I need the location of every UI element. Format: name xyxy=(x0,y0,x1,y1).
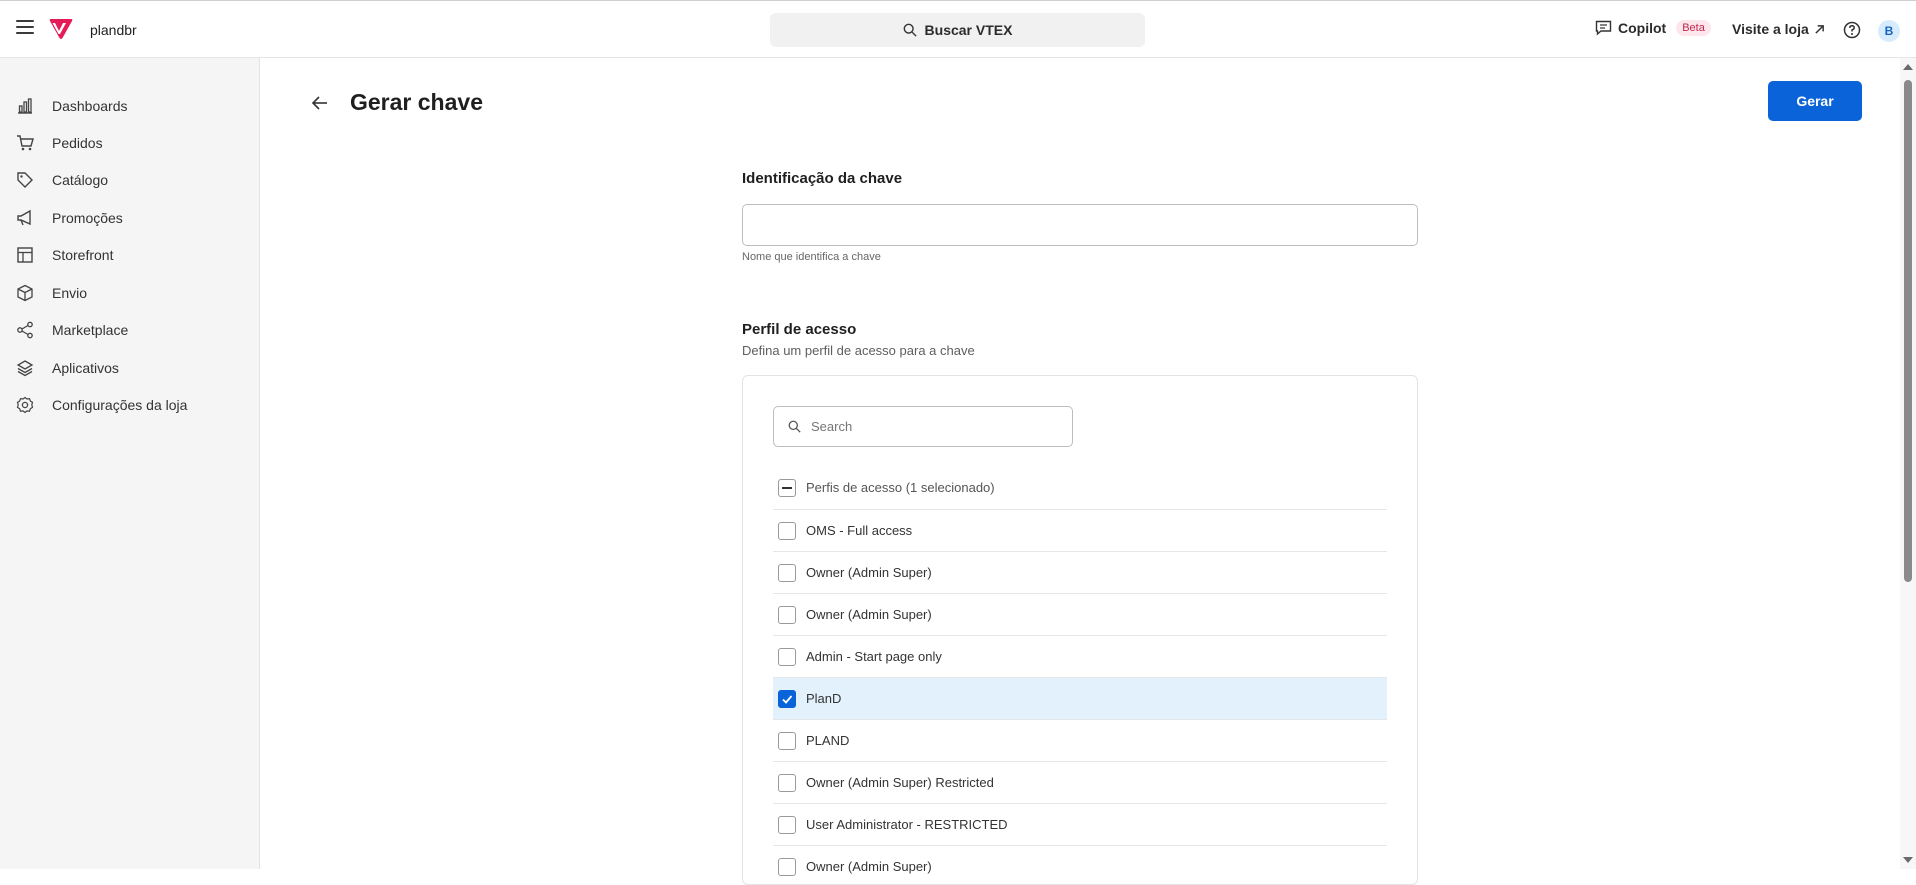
list-item-label: User Administrator - RESTRICTED xyxy=(806,817,1008,832)
list-item-label: PLAND xyxy=(806,733,850,748)
sidebar-item-label: Dashboards xyxy=(52,98,128,114)
sidebar-item-label: Pedidos xyxy=(52,135,103,151)
sidebar-item-catalogo[interactable]: Catálogo xyxy=(16,167,108,193)
generate-button[interactable]: Gerar xyxy=(1768,81,1862,121)
external-link-icon xyxy=(1815,24,1824,34)
sidebar-item-label: Marketplace xyxy=(52,322,129,338)
checkbox[interactable] xyxy=(778,731,796,750)
checkbox[interactable] xyxy=(778,521,796,540)
visit-store-link[interactable]: Visite a loja xyxy=(1732,21,1825,37)
checkbox[interactable] xyxy=(778,815,796,834)
list-item-label: Owner (Admin Super) xyxy=(806,859,932,874)
sidebar-item-label: Configurações da loja xyxy=(52,397,188,413)
checked-checkbox[interactable] xyxy=(778,689,796,708)
chat-icon xyxy=(1595,20,1612,36)
global-search-label: Buscar VTEX xyxy=(924,22,1013,38)
scroll-down-arrow-icon[interactable] xyxy=(1903,857,1913,863)
copilot-label: Copilot xyxy=(1618,20,1667,36)
list-header-label: Perfis de acesso (1 selecionado) xyxy=(806,480,995,495)
sidebar-item-dashboards[interactable]: Dashboards xyxy=(16,93,128,119)
page-title: Gerar chave xyxy=(350,89,483,115)
checkbox[interactable] xyxy=(778,605,796,624)
select-all-row[interactable]: Perfis de acesso (1 selecionado) xyxy=(773,466,1387,510)
sidebar-item-storefront[interactable]: Storefront xyxy=(16,242,113,268)
sidebar-item-label: Promoções xyxy=(52,210,123,226)
layout-icon xyxy=(17,247,33,263)
beta-badge: Beta xyxy=(1676,20,1711,36)
list-item-label: Owner (Admin Super) xyxy=(806,607,932,622)
list-item-selected[interactable]: PlanD xyxy=(773,678,1387,720)
main-content: Gerar chave Gerar Identificação da chave… xyxy=(261,58,1901,885)
menu-icon[interactable] xyxy=(16,20,34,38)
list-item[interactable]: Owner (Admin Super) xyxy=(773,846,1387,884)
checkbox[interactable] xyxy=(778,773,796,792)
bar-chart-icon xyxy=(18,98,32,114)
list-item[interactable]: Owner (Admin Super) xyxy=(773,594,1387,636)
sidebar-item-label: Catálogo xyxy=(52,172,109,188)
cart-icon xyxy=(17,135,34,151)
checkbox[interactable] xyxy=(778,647,796,666)
back-arrow-icon[interactable] xyxy=(309,92,331,114)
list-item[interactable]: PLAND xyxy=(773,720,1387,762)
list-item-label: OMS - Full access xyxy=(806,523,913,538)
copilot-button[interactable]: Copilot Beta xyxy=(1595,20,1711,36)
visit-store-label: Visite a loja xyxy=(1732,21,1809,37)
scrollbar-thumb[interactable] xyxy=(1904,80,1912,582)
sidebar-item-marketplace[interactable]: Marketplace xyxy=(16,317,128,343)
avatar[interactable]: B xyxy=(1878,20,1900,42)
key-id-label: Identificação da chave xyxy=(742,170,903,187)
profile-search-box[interactable] xyxy=(773,406,1073,447)
sidebar-item-pedidos[interactable]: Pedidos xyxy=(16,130,103,156)
access-profile-description: Defina um perfil de acesso para a chave xyxy=(742,343,975,358)
search-icon xyxy=(788,420,801,433)
access-profile-label: Perfil de acesso xyxy=(742,321,857,338)
check-icon xyxy=(782,694,793,704)
checkbox[interactable] xyxy=(778,857,796,876)
sidebar: Dashboards Pedidos Catálogo Promoções St… xyxy=(0,58,260,869)
tag-icon xyxy=(17,172,33,188)
list-item-label: Admin - Start page only xyxy=(806,649,942,664)
list-item-label: Owner (Admin Super) Restricted xyxy=(806,775,994,790)
list-item[interactable]: Owner (Admin Super) Restricted xyxy=(773,762,1387,804)
sidebar-item-aplicativos[interactable]: Aplicativos xyxy=(16,355,119,381)
profile-search-input[interactable] xyxy=(811,419,1051,434)
sidebar-item-label: Aplicativos xyxy=(52,360,119,376)
list-item-label: PlanD xyxy=(806,691,842,706)
access-profile-list: Perfis de acesso (1 selecionado) OMS - F… xyxy=(773,466,1387,884)
help-icon[interactable] xyxy=(1843,21,1861,39)
list-item-label: Owner (Admin Super) xyxy=(806,565,932,580)
list-item[interactable]: Owner (Admin Super) xyxy=(773,552,1387,594)
page-scrollbar[interactable] xyxy=(1900,58,1916,869)
layers-icon xyxy=(16,360,34,377)
vtex-logo[interactable] xyxy=(49,18,73,40)
key-id-input[interactable] xyxy=(742,204,1418,246)
search-icon xyxy=(903,23,917,37)
access-profile-panel: Perfis de acesso (1 selecionado) OMS - F… xyxy=(742,375,1418,885)
list-item[interactable]: User Administrator - RESTRICTED xyxy=(773,804,1387,846)
list-item[interactable]: Admin - Start page only xyxy=(773,636,1387,678)
sidebar-item-configuracoes[interactable]: Configurações da loja xyxy=(16,392,187,418)
indeterminate-checkbox[interactable] xyxy=(778,478,796,497)
account-name[interactable]: plandbr xyxy=(90,22,137,38)
share-icon xyxy=(17,321,33,339)
sidebar-item-envio[interactable]: Envio xyxy=(16,280,87,306)
megaphone-icon xyxy=(17,209,31,226)
box-icon xyxy=(17,284,33,302)
top-bar: plandbr Buscar VTEX Copilot Beta Visite … xyxy=(0,0,1916,58)
checkbox[interactable] xyxy=(778,563,796,582)
key-id-hint: Nome que identifica a chave xyxy=(742,251,881,263)
sidebar-item-label: Envio xyxy=(52,285,88,301)
sidebar-item-promocoes[interactable]: Promoções xyxy=(16,205,123,231)
list-item[interactable]: OMS - Full access xyxy=(773,510,1387,552)
gear-icon xyxy=(16,396,34,414)
global-search[interactable]: Buscar VTEX xyxy=(770,13,1145,47)
sidebar-item-label: Storefront xyxy=(52,247,114,263)
scroll-up-arrow-icon[interactable] xyxy=(1903,64,1913,70)
